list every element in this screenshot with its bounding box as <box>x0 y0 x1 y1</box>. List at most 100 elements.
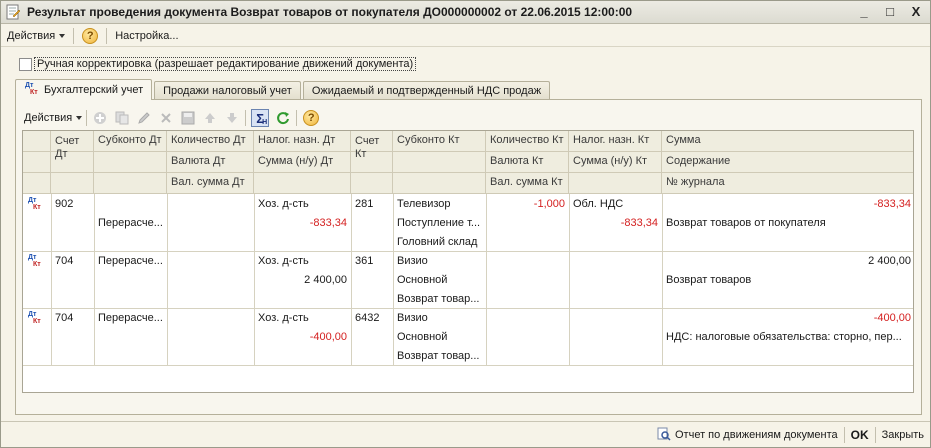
actions-menu[interactable]: Действия <box>1 26 71 46</box>
header-currency-dt[interactable]: Валюта Дт <box>167 152 254 173</box>
maximize-button[interactable]: □ <box>882 4 898 20</box>
main-toolbar: Действия ? Настройка... <box>1 25 930 47</box>
manual-correction-checkbox[interactable] <box>19 57 32 71</box>
header-tax-kt[interactable]: Налог. назн. Кт <box>569 131 662 152</box>
sum-cell[interactable]: -400,00 <box>662 310 915 326</box>
sub-kt-cell[interactable]: Головний склад <box>393 234 486 250</box>
tab-bar: Дт Кт Бухгалтерский учет Продажи налоговы… <box>15 79 552 100</box>
header-currency-kt[interactable]: Валюта Кт <box>486 152 569 173</box>
acc-kt-cell[interactable]: 281 <box>351 196 393 212</box>
column-divider <box>167 194 168 366</box>
header-sum[interactable]: Сумма <box>662 131 915 152</box>
copy-icon[interactable] <box>114 110 130 126</box>
sum-nu-dt-cell[interactable]: -400,00 <box>254 329 351 345</box>
header-cur-sum-kt[interactable]: Вал. сумма Кт <box>486 173 569 194</box>
row-divider <box>23 308 913 309</box>
close-form-button[interactable]: Закрыть <box>876 429 930 441</box>
acc-kt-cell[interactable]: 361 <box>351 253 393 269</box>
tax-dt-cell[interactable]: Хоз. д-сть <box>254 253 351 269</box>
tax-dt-cell[interactable]: Хоз. д-сть <box>254 196 351 212</box>
sigma-subscript: H <box>262 119 268 126</box>
sum-cell[interactable]: -833,34 <box>662 196 915 212</box>
sub-kt-cell[interactable]: Поступление т... <box>393 215 486 231</box>
header-acc-kt[interactable]: Счет Кт <box>351 131 393 194</box>
movements-report-label: Отчет по движениям документа <box>675 429 838 441</box>
sub-kt-cell[interactable]: Возврат товар... <box>393 291 486 307</box>
content-cell[interactable]: Возврат товаров от покупателя <box>662 215 915 231</box>
move-up-icon[interactable] <box>202 110 218 126</box>
sigma-h-icon[interactable]: ΣH <box>251 109 270 127</box>
sum-nu-dt-cell[interactable]: -833,34 <box>254 215 351 231</box>
sum-nu-kt-cell[interactable]: -833,34 <box>569 215 662 231</box>
toolbar-divider <box>245 110 247 126</box>
minimize-button[interactable]: _ <box>856 4 872 20</box>
edit-icon[interactable] <box>136 110 152 126</box>
sub-dt-cell[interactable]: Перерасче... <box>94 253 167 269</box>
header-sub-kt[interactable]: Субконто Кт <box>393 131 486 194</box>
tab-sales-tax[interactable]: Продажи налоговый учет <box>154 81 301 99</box>
qty-kt-cell[interactable]: -1,000 <box>486 196 569 212</box>
chevron-down-icon <box>76 116 83 120</box>
title-bar: Результат проведения документа Возврат т… <box>1 1 930 24</box>
acc-dt-cell[interactable]: 704 <box>51 253 94 269</box>
acc-dt-cell[interactable]: 902 <box>51 196 94 212</box>
sub-kt-cell[interactable]: Визио <box>393 253 486 269</box>
sub-kt-cell[interactable]: Телевизор <box>393 196 486 212</box>
header-empty <box>254 173 351 194</box>
settings-button[interactable]: Настройка... <box>109 26 184 46</box>
tab-vat[interactable]: Ожидаемый и подтвержденный НДС продаж <box>302 81 551 99</box>
save-icon[interactable] <box>180 110 196 126</box>
actions-menu-label: Действия <box>7 29 56 42</box>
panel-actions-menu[interactable]: Действия <box>22 108 84 128</box>
sub-kt-cell[interactable]: Визио <box>393 310 486 326</box>
sub-kt-cell[interactable]: Основной <box>393 329 486 345</box>
sub-kt-cell[interactable]: Основной <box>393 272 486 288</box>
acc-dt-cell[interactable]: 704 <box>51 310 94 326</box>
movements-report-button[interactable]: Отчет по движениям документа <box>651 427 844 444</box>
window: Результат проведения документа Возврат т… <box>0 0 931 448</box>
header-qty-kt[interactable]: Количество Кт <box>486 131 569 152</box>
panel-toolbar: Действия Σ H ? <box>22 108 322 128</box>
tax-kt-cell[interactable]: Обл. НДС <box>569 196 662 212</box>
header-tax-dt[interactable]: Налог. назн. Дт <box>254 131 351 152</box>
toolbar-divider <box>296 110 298 126</box>
sub-kt-cell[interactable]: Возврат товар... <box>393 348 486 364</box>
help-button[interactable]: ? <box>76 26 104 46</box>
delete-icon[interactable] <box>158 110 174 126</box>
sub-dt-cell[interactable]: Перерасче... <box>94 215 167 231</box>
close-button[interactable]: X <box>908 4 924 20</box>
column-divider <box>351 194 352 366</box>
window-title: Результат проведения документа Возврат т… <box>27 5 633 19</box>
header-content[interactable]: Содержание <box>662 152 915 173</box>
header-cur-sum-dt[interactable]: Вал. сумма Дт <box>167 173 254 194</box>
help-button[interactable]: ? <box>303 110 320 126</box>
tab-accounting[interactable]: Дт Кт Бухгалтерский учет <box>15 79 153 100</box>
tax-dt-cell[interactable]: Хоз. д-сть <box>254 310 351 326</box>
sum-cell[interactable]: 2 400,00 <box>662 253 915 269</box>
acc-kt-cell[interactable]: 6432 <box>351 310 393 326</box>
manual-correction-row: Ручная корректировка (разрешает редактир… <box>19 57 417 71</box>
dt-kt-icon: Дт Кт <box>28 311 41 325</box>
status-bar: Отчет по движениям документа OK Закрыть <box>1 421 930 448</box>
header-acc-dt[interactable]: Счет Дт <box>51 131 94 194</box>
header-sum-nu-kt[interactable]: Сумма (н/у) Кт <box>569 152 662 173</box>
header-qty-dt[interactable]: Количество Дт <box>167 131 254 152</box>
column-divider <box>51 194 52 366</box>
header-sum-nu-dt[interactable]: Сумма (н/у) Дт <box>254 152 351 173</box>
help-icon: ? <box>303 110 320 126</box>
manual-correction-label[interactable]: Ручная корректировка (разрешает редактир… <box>34 57 417 71</box>
refresh-icon[interactable] <box>275 110 291 126</box>
sum-nu-dt-cell[interactable]: 2 400,00 <box>254 272 351 288</box>
header-journal[interactable]: № журнала <box>662 173 915 194</box>
ok-button[interactable]: OK <box>845 428 875 442</box>
row-divider <box>23 365 913 366</box>
move-down-icon[interactable] <box>224 110 240 126</box>
chevron-down-icon <box>59 33 66 38</box>
help-icon: ? <box>82 27 99 44</box>
content-cell[interactable]: НДС: налоговые обязательства: сторно, пе… <box>662 329 915 345</box>
add-icon[interactable] <box>92 110 108 126</box>
sub-dt-cell[interactable]: Перерасче... <box>94 310 167 326</box>
header-sub-dt[interactable]: Субконто Дт <box>94 131 167 194</box>
toolbar-divider <box>106 27 108 44</box>
content-cell[interactable]: Возврат товаров <box>662 272 915 288</box>
